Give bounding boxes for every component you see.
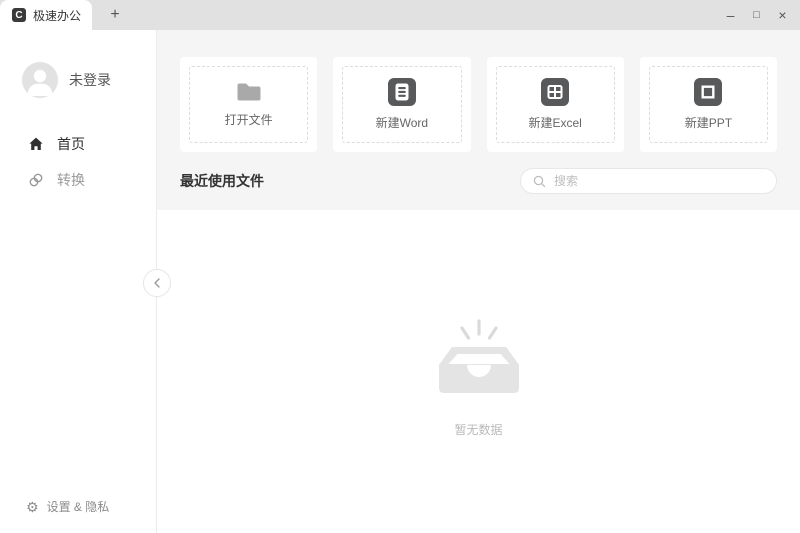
- titlebar: C 极速办公 + – □ ×: [0, 0, 800, 30]
- app-logo-icon: C: [12, 8, 26, 22]
- settings-privacy-label: 设置 & 隐私: [47, 498, 110, 515]
- quick-action-cards: 打开文件: [180, 57, 777, 152]
- search-icon: [533, 175, 546, 188]
- window-body: 未登录 首页: [0, 30, 800, 533]
- chevron-left-icon: [152, 276, 162, 290]
- sidebar-item-convert[interactable]: 转换: [0, 162, 156, 198]
- maximize-button[interactable]: □: [749, 0, 764, 30]
- avatar: [22, 62, 58, 98]
- folder-icon: [235, 81, 263, 103]
- excel-table-icon: [541, 78, 569, 106]
- tab-title: 极速办公: [33, 7, 81, 24]
- card-label: 打开文件: [225, 111, 273, 128]
- gear-icon: ⚙: [26, 500, 39, 514]
- empty-state-label: 暂无数据: [454, 421, 502, 438]
- link-icon: [28, 172, 44, 188]
- app-tab[interactable]: C 极速办公: [0, 0, 92, 30]
- minimize-button[interactable]: –: [723, 0, 738, 30]
- word-document-icon: [388, 78, 416, 106]
- sidebar: 未登录 首页: [0, 30, 157, 533]
- home-icon: [28, 136, 44, 152]
- empty-state: 暂无数据: [429, 315, 529, 438]
- recent-files-content: 暂无数据: [157, 210, 800, 533]
- recent-files-title: 最近使用文件: [180, 171, 264, 191]
- main-area: 打开文件: [157, 30, 800, 533]
- card-label: 新建Word: [376, 114, 428, 131]
- new-word-card[interactable]: 新建Word: [333, 57, 470, 152]
- sidebar-item-label: 转换: [57, 170, 85, 190]
- card-label: 新建Excel: [528, 114, 581, 131]
- ppt-slide-icon: [694, 78, 722, 106]
- open-file-card[interactable]: 打开文件: [180, 57, 317, 152]
- quick-actions-panel: 打开文件: [157, 30, 800, 210]
- empty-inbox-icon: [429, 315, 529, 399]
- sidebar-nav: 首页 转换: [0, 126, 156, 198]
- card-label: 新建PPT: [685, 114, 732, 131]
- app-window: C 极速办公 + – □ × 未登录: [0, 0, 800, 533]
- new-ppt-card-inner: 新建PPT: [649, 66, 768, 143]
- window-controls: – □ ×: [723, 0, 800, 30]
- new-excel-card[interactable]: 新建Excel: [487, 57, 624, 152]
- user-profile[interactable]: 未登录: [22, 62, 156, 98]
- new-word-card-inner: 新建Word: [342, 66, 461, 143]
- new-excel-card-inner: 新建Excel: [496, 66, 615, 143]
- new-tab-button[interactable]: +: [104, 0, 126, 30]
- open-file-card-inner: 打开文件: [189, 66, 308, 143]
- search-box[interactable]: [520, 168, 777, 194]
- settings-privacy-button[interactable]: ⚙ 设置 & 隐私: [0, 498, 156, 533]
- recent-files-header: 最近使用文件: [180, 152, 777, 210]
- new-ppt-card[interactable]: 新建PPT: [640, 57, 777, 152]
- sidebar-collapse-button[interactable]: [143, 269, 171, 297]
- close-button[interactable]: ×: [775, 0, 790, 30]
- search-input[interactable]: [552, 173, 764, 189]
- sidebar-item-label: 首页: [57, 134, 85, 154]
- login-status-label: 未登录: [69, 70, 111, 90]
- sidebar-item-home[interactable]: 首页: [0, 126, 156, 162]
